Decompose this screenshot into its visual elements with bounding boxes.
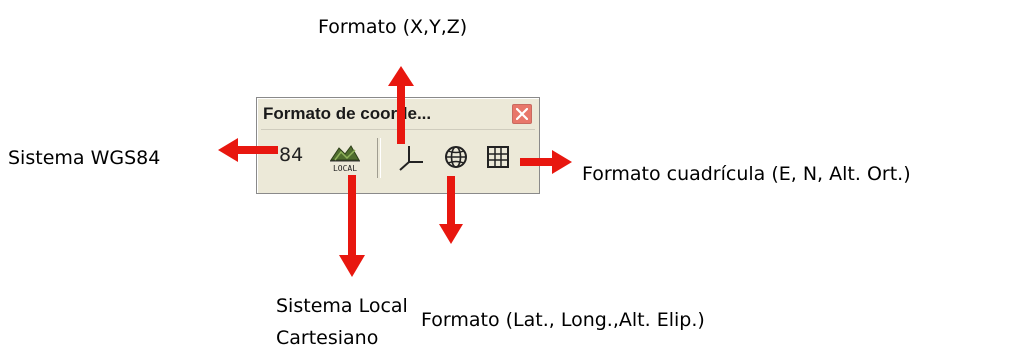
grid-format-button[interactable] [481,138,515,176]
local-text: LOCAL [333,164,357,173]
arrow-right-grid [520,150,572,174]
close-icon [516,108,528,120]
local-cartesian-label-line1: Sistema Local [276,295,408,317]
wgs84-system-button[interactable]: 84 [279,138,313,176]
xyz-format-label: Formato (X,Y,Z) [318,16,468,38]
globe-icon [445,146,467,168]
close-button[interactable] [512,104,532,124]
local-cartesian-button[interactable]: LOCAL [325,138,365,176]
grid-format-label: Formato cuadrícula (E, N, Alt. Ort.) [582,163,911,185]
grid-icon [487,146,509,168]
arrow-down-latlong [439,176,463,244]
local-cartesian-icon: LOCAL [330,145,360,173]
arrow-up-xyz [388,66,414,144]
latlong-format-label: Formato (Lat., Long.,Alt. Elip.) [421,309,705,331]
latlong-format-button[interactable] [439,138,473,176]
toolbar-separator [377,138,381,178]
arrow-down-local [339,175,365,277]
wgs84-icon: 84 [279,144,304,166]
local-cartesian-label: Sistema Local Cartesiano [276,290,408,354]
arrow-left-wgs84 [218,138,278,162]
local-cartesian-label-line2: Cartesiano [276,327,379,349]
wgs84-system-label: Sistema WGS84 [8,147,161,169]
